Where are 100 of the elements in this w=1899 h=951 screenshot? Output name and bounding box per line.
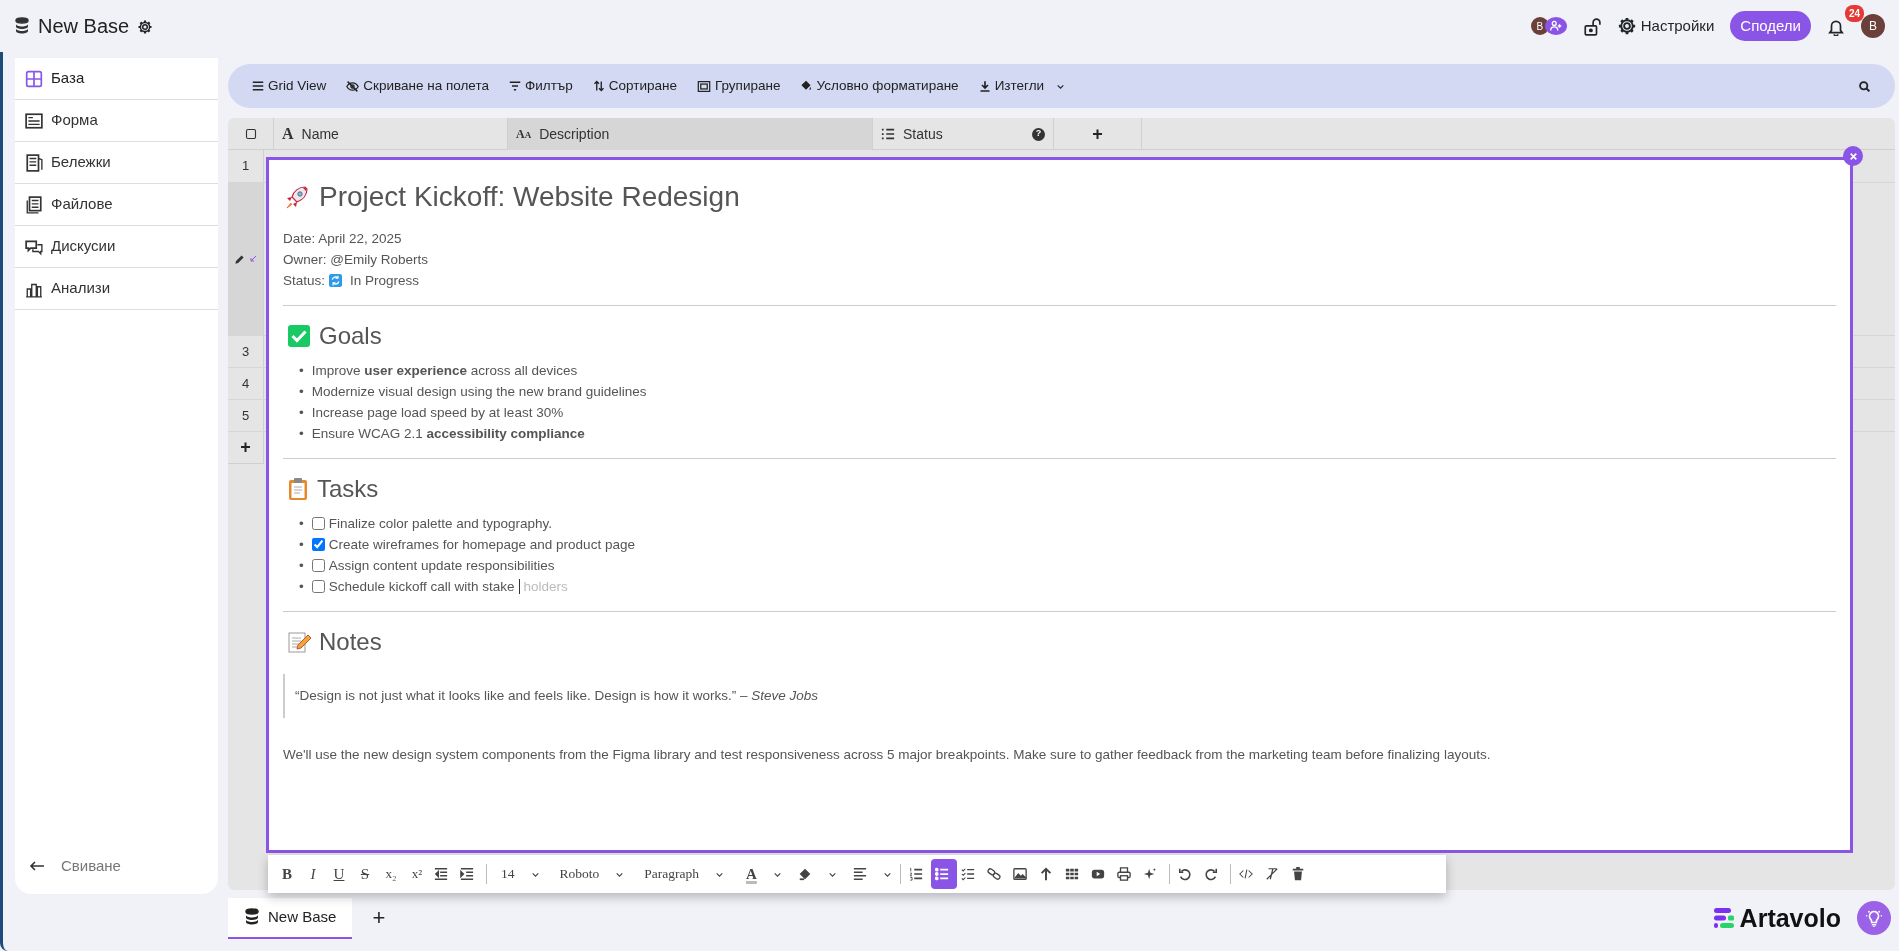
highlighter-icon [797, 867, 812, 881]
task-checkbox[interactable] [311, 538, 325, 551]
settings-icon [137, 18, 154, 35]
undo-icon [1177, 867, 1192, 881]
toolbar-button[interactable]: Grid View [242, 71, 337, 101]
bold-button[interactable]: B [274, 859, 300, 889]
crossed-eye-icon [346, 79, 360, 93]
add-row-button[interactable]: + [240, 434, 251, 461]
text-color-button[interactable]: A [742, 859, 786, 889]
notes-paragraph: We'll use the new design system components from the Figma library and test responsiveness across 5 major breakpoints. Make sure to gather feedback from the marketing team before finalizing layouts. [283, 747, 1491, 763]
meta-value: In Progress [350, 272, 420, 290]
link-icon [986, 867, 1001, 881]
strikethrough-button[interactable]: S [352, 859, 378, 889]
help-icon[interactable]: ? [1032, 127, 1045, 141]
section-heading: Tasks [317, 474, 379, 504]
row-header[interactable]: 3 [228, 336, 264, 367]
unlocked-padlock-icon [1582, 17, 1601, 36]
meta-label: Status: [283, 272, 326, 290]
database-icon [14, 17, 30, 35]
outdent-icon [434, 867, 448, 881]
search-icon [1858, 79, 1871, 93]
task-list-icon [960, 867, 975, 881]
dropdown-select[interactable]: Roboto [553, 863, 631, 885]
subscript-button[interactable]: x₂ [378, 859, 404, 889]
column-header[interactable]: Status ? [873, 118, 1054, 150]
stacked-pages-icon [25, 195, 43, 214]
toolbar-button[interactable]: Филтър [498, 71, 583, 101]
column-title: Status [903, 124, 943, 144]
row-header[interactable]: 5 [228, 400, 264, 431]
printer-icon [1116, 867, 1131, 881]
bullet-marker: • [299, 362, 304, 380]
superscript-button[interactable]: x² [404, 859, 430, 889]
pencil-icon [234, 253, 245, 265]
brand-logo-icon [1711, 908, 1736, 929]
dropdown-select[interactable]: 14 [495, 863, 546, 885]
bullet-text: Modernize visual design using the new brand guidelines [311, 383, 647, 401]
menu-icon [252, 80, 264, 92]
notes-page-icon [25, 153, 43, 172]
italic-button[interactable]: I [300, 859, 326, 889]
sort-arrows-icon [592, 80, 605, 92]
close-button[interactable] [1843, 146, 1863, 166]
filter-icon [508, 80, 521, 92]
settings-button[interactable]: Настройки [1616, 14, 1715, 38]
settings-icon [1616, 16, 1637, 36]
task-checkbox[interactable] [311, 517, 325, 530]
row-number: 4 [241, 374, 250, 393]
user-avatar[interactable]: B [1861, 14, 1885, 38]
brand-name: Artavolo [1739, 902, 1841, 934]
bullet-marker: • [299, 536, 304, 554]
column-title: Name [301, 124, 339, 144]
form-window-icon [25, 111, 43, 130]
task-checkbox[interactable] [311, 580, 325, 593]
bullet-marker: • [299, 515, 304, 533]
section-heading: Notes [319, 627, 382, 657]
image-icon [1012, 867, 1027, 881]
quote-text: “Design is not just what it looks like and feels like. Design is how it works.” – Steve Jobs [295, 688, 818, 703]
user-avatar[interactable]: B [1530, 17, 1549, 35]
section-heading: Goals [319, 321, 382, 351]
clear-format-icon [1264, 867, 1279, 881]
column-title: Description [539, 124, 610, 144]
download-icon [978, 79, 991, 93]
close-icon [1848, 151, 1858, 161]
row-number: 3 [241, 342, 250, 361]
dropdown-select[interactable]: Paragraph [638, 863, 730, 885]
task-checkbox[interactable] [311, 559, 325, 572]
refresh-square-icon [329, 274, 343, 287]
toolbar-button[interactable]: Сортиране [582, 71, 687, 101]
row-header[interactable]: 4 [228, 368, 264, 399]
up-arrow-icon [1038, 867, 1053, 881]
underline-button[interactable]: U [326, 859, 352, 889]
clipboard-icon [287, 477, 309, 501]
add-tab-button[interactable]: + [360, 901, 398, 936]
toolbar-button[interactable]: Скриване на полета [336, 71, 499, 101]
row-header[interactable]: 1 [228, 150, 264, 182]
bullet-text: Increase page load speed by at least 30% [311, 404, 564, 422]
toolbar-button[interactable]: Изтегли [968, 71, 1076, 101]
task-text: Finalize color palette and typography. [328, 515, 553, 533]
people-button[interactable] [1544, 17, 1567, 35]
document-editor[interactable] [266, 157, 1853, 853]
grid-icon [25, 69, 43, 88]
notification-count: 24 [1844, 5, 1864, 22]
document-title: Project Kickoff: Website Redesign [319, 180, 740, 214]
collapse-button[interactable]: Свиване [23, 853, 127, 878]
group-frame-icon [696, 79, 711, 93]
share-button[interactable]: Сподели [1730, 10, 1811, 42]
memo-pencil-icon [287, 630, 311, 654]
toolbar-button[interactable]: Условно форматиране [790, 71, 969, 101]
add-column-button[interactable]: + [1092, 120, 1103, 148]
tab[interactable]: New Base [228, 898, 353, 939]
ideas-button[interactable] [1857, 901, 1891, 936]
video-play-icon [1090, 867, 1105, 881]
bullet-marker: • [299, 425, 304, 443]
meta-line: Date: April 22, 2025 [283, 231, 402, 246]
bullet-marker: • [299, 557, 304, 575]
column-header[interactable]: AA Description [508, 118, 873, 150]
toolbar-button[interactable]: Групиране [686, 71, 791, 101]
bullet-list-button[interactable] [930, 859, 957, 889]
base-title: New Base [38, 14, 130, 39]
bullet-text: Ensure WCAG 2.1 accessibility compliance [311, 425, 585, 443]
paint-bucket-icon [800, 80, 813, 92]
